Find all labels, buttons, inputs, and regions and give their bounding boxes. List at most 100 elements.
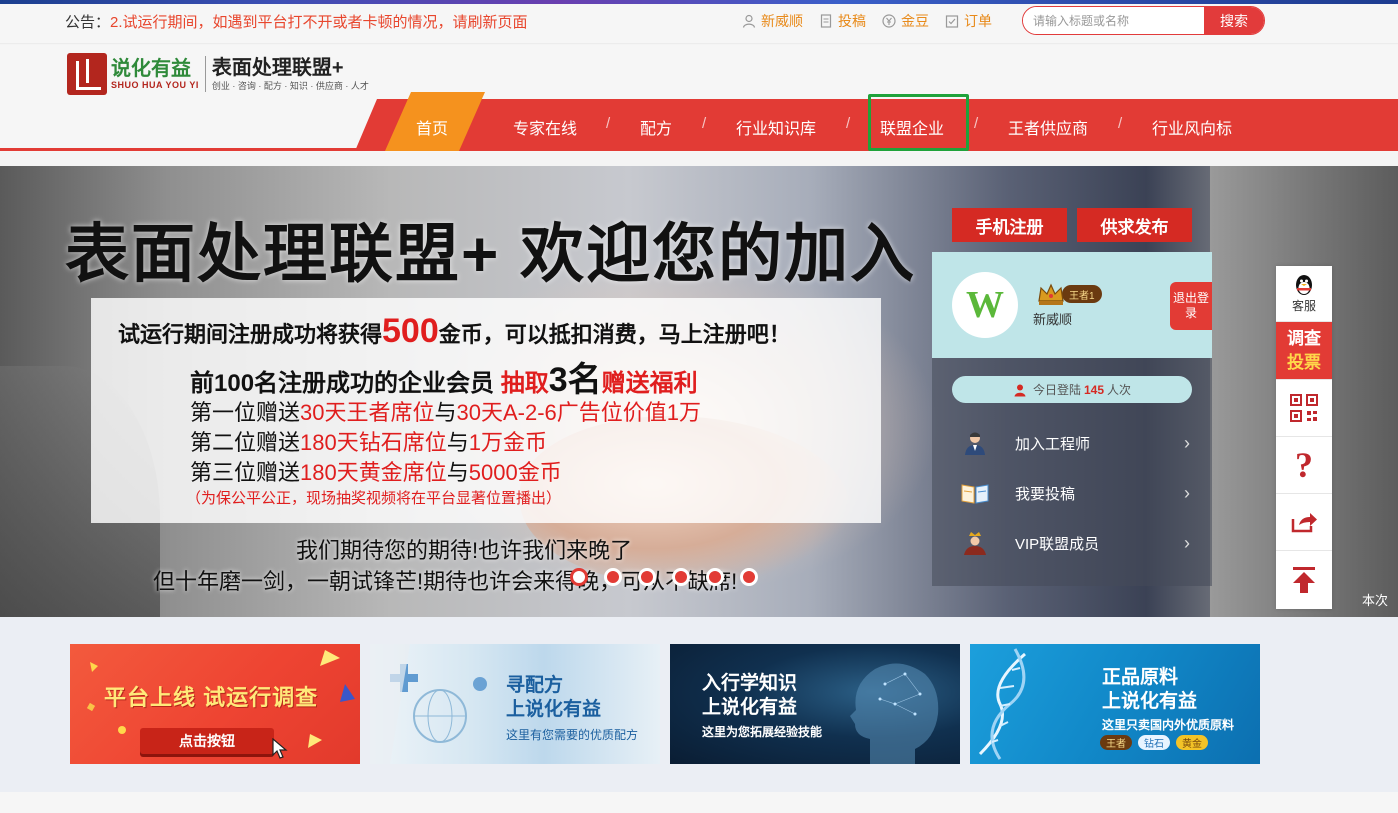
survey-promo-card[interactable]: 平台上线 试运行调查 点击按钮 xyxy=(70,644,360,764)
customer-service-button[interactable]: 客服 xyxy=(1276,266,1332,322)
yen-coin-icon xyxy=(882,14,896,28)
nav-separator: / xyxy=(846,115,851,132)
menu-join-engineer[interactable]: 加入工程师 › xyxy=(960,425,1190,461)
draw-num: 3名 xyxy=(548,361,602,399)
back-to-top-button[interactable] xyxy=(1276,551,1332,609)
card-subtitle: 这里为您拓展经验技能 xyxy=(702,725,823,739)
click-button[interactable]: 点击按钮 xyxy=(140,728,274,754)
question-mark-icon: ? xyxy=(1295,445,1313,485)
qr-code-icon xyxy=(1290,394,1318,422)
panel-actions: 手机注册 供求发布 xyxy=(952,208,1192,242)
share-button[interactable] xyxy=(1276,494,1332,551)
avatar[interactable]: W xyxy=(952,272,1018,338)
carousel-dot[interactable] xyxy=(638,568,656,586)
prize-a: 180天钻石席位 xyxy=(300,430,447,455)
nav-item-formulas[interactable]: 配方 xyxy=(640,115,672,139)
top-link-orders[interactable]: 订单 xyxy=(945,11,992,31)
search-button[interactable]: 搜索 xyxy=(1204,7,1264,34)
top-link-user[interactable]: 新威顺 xyxy=(742,11,803,31)
floating-toolbar: 客服 调查 投票 ? xyxy=(1276,266,1332,609)
today-login-count: 今日登陆 145 人次 xyxy=(952,376,1192,403)
document-icon xyxy=(820,14,832,28)
login-pre: 今日登陆 xyxy=(1032,383,1081,397)
draw-pre: 前100名注册成功的企业会员 xyxy=(190,370,501,397)
mobile-register-button[interactable]: 手机注册 xyxy=(952,208,1067,242)
menu-vip-member[interactable]: VIP联盟成员 › xyxy=(960,525,1190,561)
carousel-dot[interactable] xyxy=(740,568,758,586)
carousel-dot[interactable] xyxy=(570,568,588,586)
banner-title: 表面处理联盟+ 欢迎您的加入 xyxy=(65,218,917,290)
draw-post: 赠送福利 xyxy=(601,370,698,397)
survey-vote-button[interactable]: 调查 投票 xyxy=(1276,322,1332,380)
prize-mid: 与 xyxy=(446,430,469,455)
prize-a: 30天王者席位 xyxy=(300,400,435,425)
nav-separator: / xyxy=(702,115,707,132)
card-title: 入行学知识上说化有益 xyxy=(702,672,797,720)
level-badge: 王者1 xyxy=(1036,281,1102,307)
logo-slogan: 表面处理联盟+ xyxy=(211,56,344,79)
crown-icon xyxy=(1038,283,1064,305)
engineer-icon xyxy=(960,428,990,458)
card-title: 平台上线 试运行调查 xyxy=(104,685,319,710)
prize-rank: 第一位赠送 xyxy=(190,400,301,425)
site-logo[interactable]: 说化有益 SHUO HUA YOU YI 表面处理联盟+ 创业 · 咨询 · 配… xyxy=(67,53,369,95)
tier-badge-diamond: 钻石 xyxy=(1138,735,1170,750)
top-link-submit-label: 投稿 xyxy=(838,13,866,29)
carousel-dot[interactable] xyxy=(672,568,690,586)
tier-badge-king: 王者 xyxy=(1100,735,1132,750)
top-link-user-label: 新威顺 xyxy=(761,13,803,29)
announcement-text[interactable]: 2.试运行期间，如遇到平台打不开或者卡顿的情况，请刷新页面 xyxy=(110,14,528,31)
nav-separator: / xyxy=(974,115,979,132)
search-input[interactable] xyxy=(1023,7,1205,34)
card-title-line-1: 寻配方 xyxy=(506,675,564,696)
survey-label: 调查 xyxy=(1287,328,1321,348)
logo-name: 说化有益 xyxy=(111,58,191,80)
knowledge-promo-card[interactable]: 入行学知识上说化有益 这里为您拓展经验技能 xyxy=(670,644,960,764)
top-link-submit[interactable]: 投稿 xyxy=(819,11,866,31)
publish-demand-button[interactable]: 供求发布 xyxy=(1077,208,1192,242)
bottom-strip xyxy=(0,792,1398,813)
top-link-gold[interactable]: 金豆 xyxy=(882,11,929,31)
prize-a: 180天黄金席位 xyxy=(300,460,447,485)
menu-submit-article[interactable]: 我要投稿 › xyxy=(960,475,1190,511)
carousel-dot[interactable] xyxy=(706,568,724,586)
logo-tagline: 创业 · 咨询 · 配方 · 知识 · 供应商 · 人才 xyxy=(211,80,369,91)
menu-label: 我要投稿 xyxy=(1015,485,1076,503)
card-title-line-2: 上说化有益 xyxy=(702,697,798,718)
carousel-dot[interactable] xyxy=(604,568,622,586)
level-badge-text: 王者1 xyxy=(1062,285,1102,303)
prize-mid: 与 xyxy=(446,460,469,485)
user-icon xyxy=(742,14,756,28)
formula-promo-card[interactable]: 寻配方 上说化有益 这里有您需要的优质配方 xyxy=(370,644,660,764)
card-title-line-2: 上说化有益 xyxy=(1102,691,1198,712)
submit-article-icon xyxy=(960,478,990,508)
chevron-right-icon: › xyxy=(1184,532,1190,553)
qr-code-button[interactable] xyxy=(1276,380,1332,437)
nav-focus-highlight xyxy=(868,94,969,151)
help-button[interactable]: ? xyxy=(1276,437,1332,494)
logo-divider xyxy=(204,56,206,92)
card-subtitle: 这里有您需要的优质配方 xyxy=(506,728,639,742)
prize-rank: 第二位赠送 xyxy=(190,430,301,455)
top-link-orders-label: 订单 xyxy=(964,13,992,29)
nav-item-trends[interactable]: 行业风向标 xyxy=(1152,115,1232,139)
order-check-icon xyxy=(945,15,959,28)
pointer-cursor-icon xyxy=(272,738,288,759)
login-count-value: 145 xyxy=(1083,382,1105,397)
side-tail-text: 本次 xyxy=(1362,593,1389,608)
prize-mid: 与 xyxy=(434,400,457,425)
announcement: 公告：2.试运行期间，如遇到平台打不开或者卡顿的情况，请刷新页面 xyxy=(65,11,528,32)
nav-item-knowledge[interactable]: 行业知识库 xyxy=(736,115,816,139)
dna-helix-icon xyxy=(978,648,1026,760)
back-to-top-icon xyxy=(1293,567,1315,593)
logout-button[interactable]: 退出登录 xyxy=(1170,282,1212,330)
card-title: 正品原料 上说化有益 xyxy=(1102,666,1197,714)
card-title: 寻配方 上说化有益 xyxy=(506,674,601,722)
chevron-right-icon: › xyxy=(1184,482,1190,503)
nav-item-suppliers[interactable]: 王者供应商 xyxy=(1008,115,1088,139)
card-title-line-1: 入行学知识 xyxy=(702,673,798,694)
prize-b: 30天A-2-6广告位价值1万 xyxy=(456,400,702,425)
nav-item-home[interactable]: 首页 xyxy=(416,115,448,139)
materials-promo-card[interactable]: 正品原料 上说化有益 这里只卖国内外优质原料 王者 钻石 黄金 xyxy=(970,644,1260,764)
nav-item-experts[interactable]: 专家在线 xyxy=(513,115,577,139)
